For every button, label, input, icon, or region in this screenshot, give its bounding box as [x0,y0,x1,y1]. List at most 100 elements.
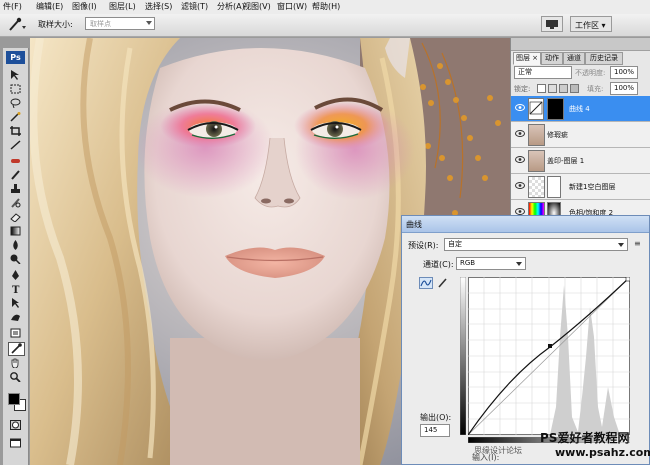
pen-tool-icon[interactable] [10,270,21,280]
channel-label: 通道(C): [423,260,454,269]
opacity-label: 不透明度: [575,69,606,77]
layer-row[interactable]: 曲线 4 [511,96,650,122]
lock-all-icon[interactable] [570,84,579,93]
panel-header-bar [511,38,650,51]
layer-mask-thumb [547,176,561,198]
curve-control-point [548,344,552,348]
eraser-tool-icon[interactable] [10,212,21,222]
color-swatches[interactable] [7,392,26,411]
dodge-tool-icon[interactable] [10,254,21,264]
zoom-tool-icon[interactable] [10,372,21,382]
fill-label: 填充: [587,85,604,93]
slice-tool-icon[interactable] [10,140,21,150]
eyedropper-icon[interactable] [6,17,26,32]
toolbox: Ps T [3,48,29,465]
eye-icon[interactable] [515,130,525,137]
gradient-tool-icon[interactable] [10,226,21,236]
foreground-color-swatch[interactable] [8,393,20,405]
chevron-down-icon [516,262,522,266]
output-input[interactable]: 145 [420,424,450,437]
lock-position-icon[interactable] [559,84,568,93]
curve-edit-button[interactable] [419,277,433,289]
lasso-tool-icon[interactable] [10,98,21,108]
menu-analysis[interactable]: 分析(A) [217,2,245,12]
layer-row[interactable]: 修瑕疵 [511,122,650,148]
screen-mode-icon[interactable] [10,438,21,448]
layer-thumb [528,124,545,146]
preset-label: 预设(R): [408,241,439,250]
channel-select[interactable]: RGB [456,257,526,270]
watermark-title: PS爱好者教程网 [540,431,630,445]
notes-tool-icon[interactable] [10,328,21,338]
tab-layers[interactable]: 图层 × [513,52,541,65]
healing-brush-icon[interactable] [10,156,21,166]
layer-thumb [528,150,545,172]
clone-stamp-icon[interactable] [10,184,21,194]
history-brush-icon[interactable] [10,198,21,208]
menu-window[interactable]: 窗口(W) [277,2,307,12]
opacity-input[interactable]: 100% [610,66,638,79]
pencil-draw-button[interactable] [437,277,449,289]
eyedropper-tool-icon[interactable] [8,342,25,356]
crop-tool-icon[interactable] [10,126,21,136]
curves-adjustment-icon [528,98,544,120]
lock-transparent-icon[interactable] [537,84,546,93]
workspace-button[interactable]: 工作区 ▾ [570,16,612,32]
menu-view[interactable]: 视图(V) [243,2,271,12]
screen-icon [546,20,558,29]
menu-file[interactable]: 件(F) [3,2,22,12]
path-selection-icon[interactable] [10,298,21,308]
preset-options-icon[interactable]: ≡ [634,239,641,248]
curve-icon [420,279,432,287]
chevron-down-icon [146,21,152,25]
menu-select[interactable]: 选择(S) [145,2,172,12]
marquee-tool-icon[interactable] [10,84,21,94]
preset-value: 自定 [448,240,462,248]
layer-name: 曲线 4 [569,105,590,113]
type-tool-icon[interactable]: T [10,284,21,294]
photoshop-logo: Ps [6,51,25,64]
menu-bar: 件(F) 编辑(E) 图像(I) 图层(L) 选择(S) 滤镜(T) 分析(A)… [0,0,650,15]
curves-graph[interactable] [468,277,630,435]
blur-tool-icon[interactable] [10,240,21,250]
shape-tool-icon[interactable] [10,312,21,322]
move-tool-icon[interactable] [10,70,21,80]
quick-mask-icon[interactable] [10,420,21,430]
sample-size-label: 取样大小: [38,20,73,29]
curve-endpoint-top [625,277,630,282]
layer-name: 修瑕疵 [547,131,568,139]
svg-text:T: T [12,285,20,294]
menu-layer[interactable]: 图层(L) [109,2,136,12]
channel-value: RGB [460,259,476,267]
eye-icon[interactable] [515,208,525,215]
menu-filter[interactable]: 滤镜(T) [181,2,208,12]
sample-size-value: 取样点 [90,20,111,28]
sample-size-select[interactable]: 取样点 [85,17,155,30]
workspace-label: 工作区 ▾ [575,21,606,30]
hand-tool-icon[interactable] [10,358,21,368]
layer-row[interactable]: 盖印-图层 1 [511,148,650,174]
blend-mode-select[interactable]: 正常 [514,66,572,79]
eye-icon[interactable] [515,182,525,189]
brush-tool-icon[interactable] [10,170,21,180]
output-gradient-bar [460,277,466,435]
dialog-title-bar[interactable]: 曲线 [402,216,649,233]
layers-panel: 图层 × 动作 通道 历史记录 正常 不透明度: 100% 锁定: 填充: 10… [510,38,650,226]
menu-edit[interactable]: 编辑(E) [36,2,63,12]
menu-image[interactable]: 图像(I) [72,2,97,12]
lock-image-icon[interactable] [548,84,557,93]
layer-row[interactable]: 新建1空白图层 [511,174,650,200]
tab-channels[interactable]: 通道 [563,52,585,65]
fill-input[interactable]: 100% [610,82,638,95]
tab-history[interactable]: 历史记录 [585,52,623,65]
watermark-url: www.psahz.com [555,446,650,459]
options-bar: 取样大小: 取样点 工作区 ▾ [0,14,650,37]
preset-select[interactable]: 自定 [444,238,628,251]
panel-toggle-button[interactable] [541,16,563,32]
magic-wand-icon[interactable] [10,112,21,122]
eye-icon[interactable] [515,156,525,163]
tab-actions[interactable]: 动作 [541,52,563,65]
dialog-title: 曲线 [406,220,422,229]
eye-icon[interactable] [515,104,525,111]
menu-help[interactable]: 帮助(H) [312,2,340,12]
